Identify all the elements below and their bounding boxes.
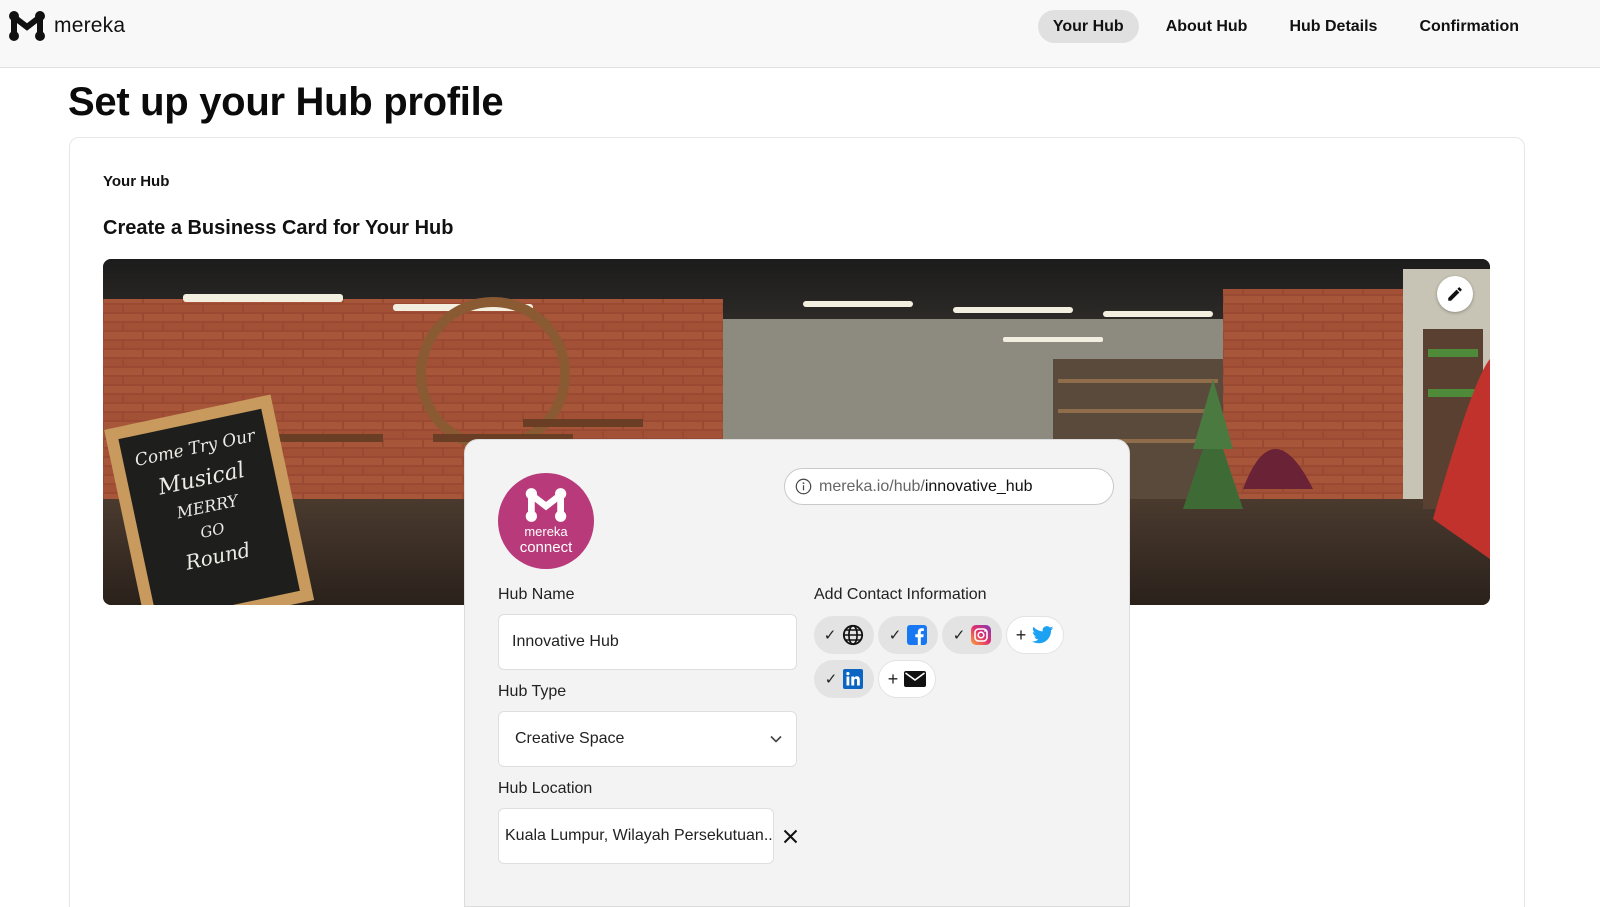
- hub-name-label: Hub Name: [498, 586, 575, 603]
- nav-tab-about-hub[interactable]: About Hub: [1151, 10, 1263, 43]
- contact-chip-linkedin[interactable]: ✓: [814, 660, 874, 698]
- facebook-icon: [907, 625, 928, 645]
- contact-chip-email[interactable]: +: [878, 660, 936, 698]
- hub-logo-line-2: connect: [519, 538, 573, 556]
- contact-chip-facebook[interactable]: ✓: [878, 616, 938, 654]
- chevron-down-icon: [770, 735, 782, 743]
- contact-chip-website[interactable]: ✓: [814, 616, 874, 654]
- nav-tab-confirmation[interactable]: Confirmation: [1404, 10, 1534, 43]
- step-navigation: Your Hub About Hub Hub Details Confirmat…: [1026, 10, 1534, 43]
- nav-tab-hub-details[interactable]: Hub Details: [1274, 10, 1392, 43]
- plus-mark: +: [1015, 624, 1027, 645]
- instagram-icon: [971, 625, 992, 645]
- hub-url-prefix: mereka.io/hub/: [819, 477, 925, 495]
- clear-location-button[interactable]: [779, 825, 801, 847]
- globe-icon: [843, 624, 864, 646]
- plus-mark: +: [887, 668, 899, 689]
- check-mark: ✓: [823, 627, 837, 644]
- hub-location-value: Kuala Lumpur, Wilayah Persekutuan...: [505, 827, 774, 844]
- mereka-logo[interactable]: mereka: [8, 10, 125, 42]
- edit-cover-button[interactable]: [1437, 276, 1473, 312]
- email-icon: [904, 671, 927, 687]
- nav-tab-your-hub[interactable]: Your Hub: [1037, 10, 1139, 43]
- hub-logo-line-1: mereka: [524, 523, 568, 539]
- step-label: Your Hub: [103, 173, 170, 190]
- contact-info-label: Add Contact Information: [814, 586, 987, 603]
- business-card: mereka connect mereka.io/hub/innovative_…: [464, 439, 1130, 907]
- close-icon: [783, 829, 797, 843]
- brand-name: mereka: [54, 14, 126, 37]
- pencil-icon: [1448, 287, 1462, 301]
- check-mark: ✓: [888, 627, 902, 644]
- hub-type-value: Creative Space: [515, 730, 625, 747]
- mereka-connect-logo-icon: [525, 487, 567, 522]
- check-mark: ✓: [952, 627, 966, 644]
- check-mark: ✓: [824, 671, 838, 688]
- hub-type-label: Hub Type: [498, 683, 567, 700]
- hub-name-input[interactable]: Innovative Hub: [498, 614, 797, 670]
- hub-type-select[interactable]: Creative Space: [498, 711, 797, 767]
- hub-location-label: Hub Location: [498, 780, 593, 797]
- mereka-logo-icon: [9, 11, 45, 41]
- hub-location-input[interactable]: Kuala Lumpur, Wilayah Persekutuan...: [498, 808, 774, 864]
- contact-chip-twitter[interactable]: +: [1006, 616, 1064, 654]
- hub-url-field[interactable]: mereka.io/hub/innovative_hub: [784, 468, 1114, 505]
- hub-name-value: Innovative Hub: [512, 633, 619, 650]
- linkedin-icon: [843, 669, 864, 689]
- section-title: Create a Business Card for Your Hub: [103, 217, 454, 239]
- page-title: Set up your Hub profile: [68, 80, 504, 124]
- contact-chip-instagram[interactable]: ✓: [942, 616, 1002, 654]
- hub-logo[interactable]: mereka connect: [498, 473, 594, 569]
- info-icon: [795, 478, 812, 495]
- twitter-icon: [1032, 626, 1054, 644]
- hub-url-value: innovative_hub: [924, 477, 1033, 495]
- top-navigation-bar: mereka Your Hub About Hub Hub Details Co…: [0, 0, 1600, 68]
